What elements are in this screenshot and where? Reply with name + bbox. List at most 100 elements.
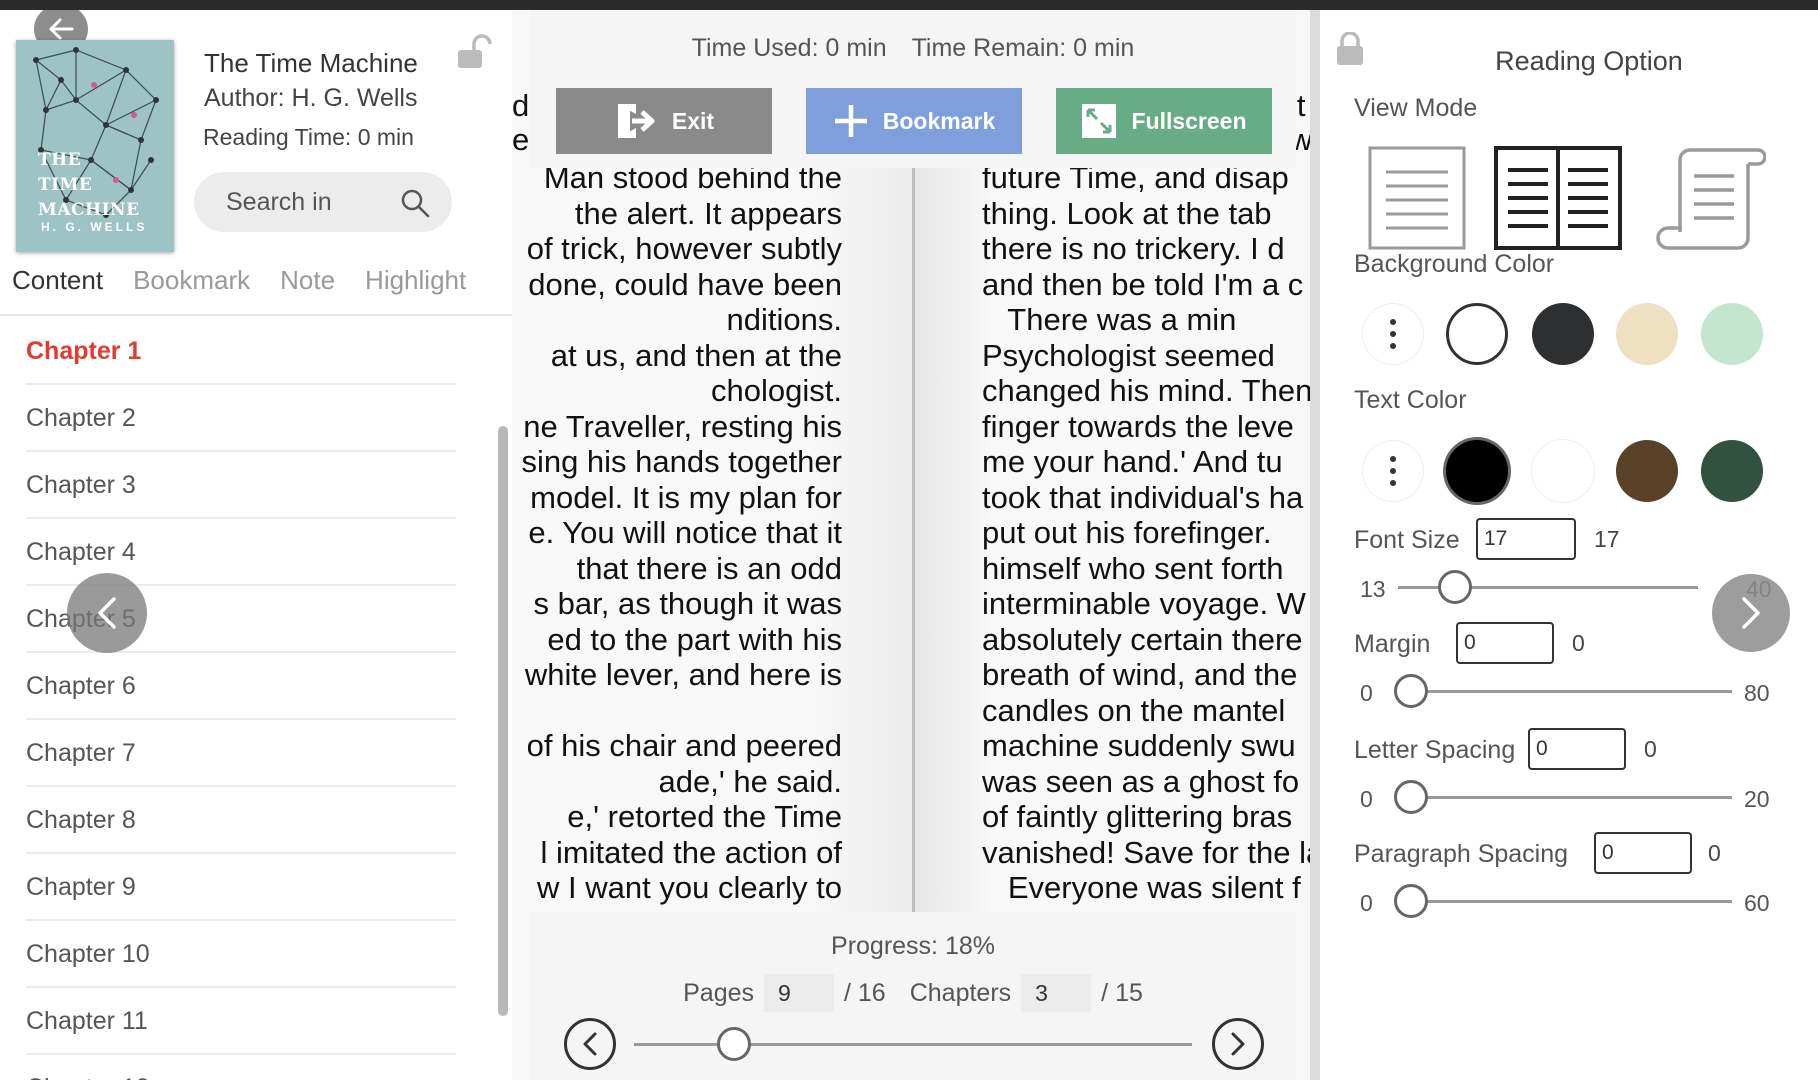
left-page-text-line: model. It is my plan for [530,479,842,515]
right-page-text-line: there is no trickery. I d [982,231,1285,266]
tab-content[interactable]: Content [12,265,103,315]
margin-max: 80 [1744,680,1770,706]
previous-chapter-button[interactable] [564,1018,616,1070]
font-size-slider-thumb[interactable] [1438,570,1473,604]
font-size-min: 13 [1360,576,1386,602]
chapter-item-1[interactable]: Chapter 1 [26,318,456,385]
chapter-item-9[interactable]: Chapter 9 [26,854,456,921]
font-size-input[interactable] [1476,518,1576,560]
right-page-text-line: of faintly glittering bras [982,799,1293,834]
chapter-item-12[interactable]: Chapter 12 [26,1055,456,1080]
margin-slider-track[interactable] [1398,690,1732,693]
right-page-text-line: himself who sent forth [982,550,1284,586]
letter-spacing-slider-thumb[interactable] [1394,780,1428,814]
left-page-text: Man stood behind the the alert. It appea… [512,160,842,1012]
fullscreen-icon [1082,104,1117,138]
left-page-text-line: sing his hands together [521,444,842,479]
left-page-top-fragment-2: e [512,122,530,157]
paragraph-spacing-value: 0 [1708,840,1721,866]
background-swatch-dark[interactable] [1532,303,1594,365]
right-page-text-line: machine suddenly swu [982,728,1296,763]
background-swatch-beige[interactable] [1616,303,1678,365]
more-text-colors-button[interactable] [1362,440,1424,502]
paragraph-spacing-label: Paragraph Spacing [1354,840,1569,868]
right-page-text-line: me your hand.' And tu [982,444,1283,479]
background-color-label: Background Color [1354,250,1555,278]
progress-label: Progress: 18% [831,932,995,960]
progress-slider-thumb[interactable] [717,1027,752,1061]
left-page-text-line: ed to the part with his [547,621,842,657]
chapter-item-11[interactable]: Chapter 11 [26,988,456,1055]
background-swatch-white[interactable] [1446,303,1508,365]
book-spine [912,160,915,920]
right-page-text-line: interminable voyage. W [982,586,1306,621]
search-input[interactable] [226,184,386,220]
time-remain: Time Remain: 0 min [911,34,1135,62]
left-page-text-line: e. You will notice that it [528,515,842,550]
right-page-text-line: Everyone was silent f [982,870,1301,905]
text-swatch-green[interactable] [1701,440,1763,502]
paragraph-spacing-slider-thumb[interactable] [1394,884,1428,918]
left-page-text-line: nditions. [726,302,842,337]
letter-spacing-slider-track[interactable] [1398,796,1732,799]
letter-spacing-input[interactable] [1528,728,1626,770]
font-size-value: 17 [1594,526,1620,552]
right-page-text-line: finger towards the leve [982,408,1294,444]
margin-min: 0 [1360,680,1373,706]
bookmark-button[interactable]: Bookmark [806,88,1022,154]
background-swatch-mint[interactable] [1701,303,1763,365]
left-page-text-line: ne Traveller, resting his [523,408,842,444]
text-swatch-black[interactable] [1446,440,1508,502]
left-page-text-line: done, could have been [519,266,842,302]
previous-page-button[interactable] [67,573,147,653]
left-page-top-fragment: d [512,88,530,123]
next-chapter-button[interactable] [1212,1018,1264,1070]
exit-button[interactable]: Exit [556,88,772,154]
tab-bookmark[interactable]: Bookmark [133,265,250,315]
left-page-text-line: white lever, and here is [524,657,842,692]
right-page-text-line: thing. Look at the tab [982,195,1272,231]
right-page-text-line: absolutely certain there [982,621,1303,657]
nav-tabs: Content Bookmark Note Highlight [0,265,512,315]
chapter-number-input[interactable] [1021,974,1092,1012]
fullscreen-label: Fullscreen [1131,107,1247,134]
paragraph-spacing-input[interactable] [1594,832,1692,874]
page-chapter-row: Pages / 16 Chapters / 15 [530,974,1296,1012]
paragraph-spacing-slider-track[interactable] [1398,900,1732,903]
next-page-button[interactable] [1712,574,1790,652]
chapter-item-3[interactable]: Chapter 3 [26,452,456,519]
left-page-text-line: e,' retorted the Time [567,799,842,834]
chapter-item-8[interactable]: Chapter 8 [26,787,456,854]
reading-option-title: Reading Option [1495,46,1683,76]
chapter-list: Chapter 1 Chapter 2 Chapter 3 Chapter 4 … [26,318,456,1080]
unlock-icon[interactable] [456,34,492,75]
double-page-icon[interactable] [1494,146,1622,255]
scroll-icon[interactable] [1654,146,1767,255]
tab-note[interactable]: Note [280,265,335,315]
chapter-item-10[interactable]: Chapter 10 [26,921,456,988]
cover-title: THE TIME MACHINE [38,150,140,220]
chapter-list-scrollbar[interactable] [498,426,508,1016]
pages-label: Pages [683,978,755,1007]
text-swatch-brown[interactable] [1616,440,1678,502]
margin-input[interactable] [1456,622,1554,664]
text-swatch-white[interactable] [1532,440,1594,502]
tab-highlight[interactable]: Highlight [365,265,466,315]
chapter-item-6[interactable]: Chapter 6 [26,653,456,720]
single-page-icon[interactable] [1368,146,1466,255]
margin-slider-thumb[interactable] [1394,674,1428,708]
navigation-panel: THE TIME MACHINE H. G. WELLS The Time Ma… [0,10,512,1080]
fullscreen-button[interactable]: Fullscreen [1056,88,1272,154]
left-page-text-line [512,693,842,729]
time-used: Time Used: 0 min [691,34,887,62]
total-chapters: / 15 [1101,978,1143,1007]
left-page-text-line: chologist. [711,373,842,408]
right-page-text-line: put out his forefinger. [982,515,1272,550]
chapter-item-2[interactable]: Chapter 2 [26,385,456,452]
search-icon[interactable] [400,188,430,223]
more-background-colors-button[interactable] [1362,303,1424,365]
bookmark-label: Bookmark [882,107,996,134]
letter-spacing-min: 0 [1360,786,1373,812]
chapter-item-7[interactable]: Chapter 7 [26,720,456,787]
page-number-input[interactable] [764,974,835,1012]
